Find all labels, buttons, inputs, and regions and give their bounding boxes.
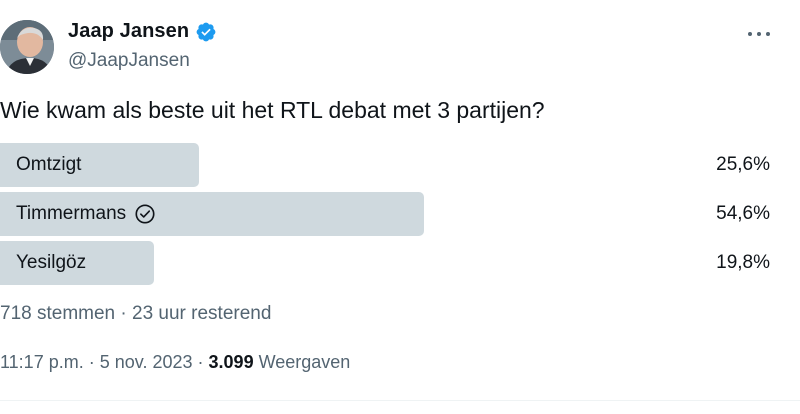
poll-option: Yesilgöz 19,8%: [0, 241, 776, 285]
poll-option: Omtzigt 25,6%: [0, 143, 776, 187]
poll-option-text: Omtzigt: [16, 154, 82, 175]
poll-option-label: Timmermans: [16, 192, 156, 236]
avatar[interactable]: [0, 20, 54, 74]
user-handle[interactable]: @JaapJansen: [68, 50, 190, 72]
check-circle-icon: [134, 203, 156, 225]
poll-option-percent: 54,6%: [716, 203, 770, 224]
views-label: Weergaven: [258, 352, 351, 372]
tweet-time[interactable]: 11:17 p.m.: [0, 352, 84, 372]
divider: [0, 400, 800, 401]
tweet-timestamp-row: 11:17 p.m. · 5 nov. 2023 · 3.099 Weergav…: [0, 352, 350, 373]
poll-option: Timmermans 54,6%: [0, 192, 776, 236]
display-name[interactable]: Jaap Jansen: [68, 20, 189, 43]
poll-meta: 718 stemmen · 23 uur resterend: [0, 303, 271, 325]
poll-option-percent: 25,6%: [716, 154, 770, 175]
tweet-text: Wie kwam als beste uit het RTL debat met…: [0, 97, 545, 123]
separator: ·: [88, 352, 95, 372]
more-dots-icon[interactable]: [748, 30, 770, 38]
views-count: 3.099: [208, 352, 254, 372]
poll-remaining: 23 uur resterend: [132, 303, 272, 324]
poll-votes: 718 stemmen: [0, 303, 116, 324]
poll-option-label: Omtzigt: [16, 143, 81, 187]
verified-badge-icon: [195, 21, 217, 43]
poll: Omtzigt 25,6% Timmermans 54,6% Yesilgöz …: [0, 143, 776, 290]
poll-option-text: Timmermans: [16, 203, 127, 224]
poll-option-percent: 19,8%: [716, 252, 770, 273]
separator: ·: [120, 303, 127, 324]
tweet-header: Jaap Jansen @JaapJansen: [0, 14, 800, 84]
poll-option-label: Yesilgöz: [16, 241, 86, 285]
poll-option-text: Yesilgöz: [16, 252, 87, 273]
tweet-date[interactable]: 5 nov. 2023: [100, 352, 193, 372]
separator: ·: [197, 352, 204, 372]
name-row: Jaap Jansen: [68, 20, 217, 43]
